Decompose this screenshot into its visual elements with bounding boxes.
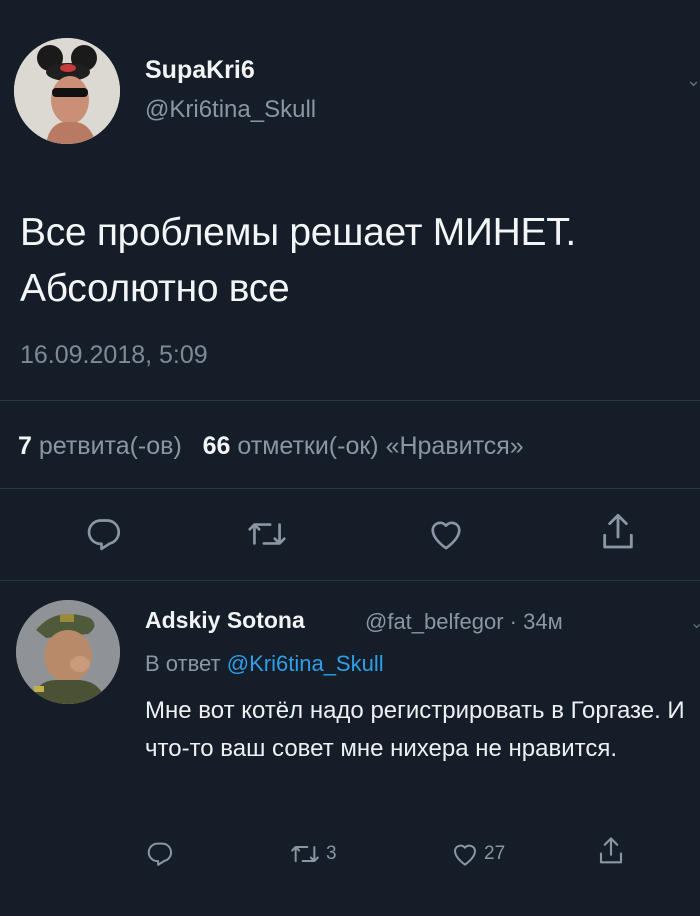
tweet-text: Все проблемы решает МИНЕТ. Абсолютно все [20,211,576,310]
meta-separator: · [509,609,524,634]
share-icon [599,837,623,864]
reply-avatar-image [16,600,120,704]
reply-reply-button[interactable] [145,838,175,868]
retweet-icon [291,846,319,862]
reply-share-button[interactable] [596,834,626,868]
tweet-stats: 7 ретвита(-ов) 66 отметки(-ок) «Нравится… [18,432,524,461]
like-count[interactable]: 66 [203,432,231,460]
reply-to-line: В ответ @Kri6tina_Skull [145,651,384,677]
divider [0,488,700,489]
reply-like-count: 27 [484,843,506,864]
reply-icon [147,842,173,866]
retweet-icon [248,523,286,545]
retweet-button[interactable] [245,515,289,553]
reply-meta: @fat_belfegor · 34м [365,609,563,635]
reply-retweet-button[interactable]: 3 [288,840,337,868]
reply-retweet-count: 3 [326,843,337,864]
tweet-timestamp[interactable]: 16.09.2018, 5:09 [20,341,208,370]
divider [0,400,700,401]
divider [0,580,700,581]
reply-time[interactable]: 34м [523,609,563,634]
author-avatar[interactable] [14,38,120,144]
author-avatar-image [14,38,120,144]
reply-author-avatar[interactable] [16,600,120,704]
like-button[interactable] [425,514,467,554]
reply-like-button[interactable]: 27 [450,839,505,869]
chevron-down-icon[interactable]: ⌄ [686,70,700,91]
author-name[interactable]: SupaKri6 [145,56,255,85]
chevron-down-icon[interactable]: ⌄ [690,613,700,633]
like-icon [454,844,476,866]
retweet-label[interactable]: ретвита(-ов) [39,432,182,460]
retweet-count[interactable]: 7 [18,432,32,460]
like-icon [431,521,461,550]
share-button[interactable] [598,510,638,554]
reply-button[interactable] [84,513,124,553]
share-icon [603,513,633,549]
reply-author-handle[interactable]: @fat_belfegor [365,609,504,634]
like-label[interactable]: отметки(-ок) «Нравится» [237,432,523,460]
reply-author-name[interactable]: Adskiy Sotona [145,607,305,634]
reply-icon [87,519,121,551]
author-handle[interactable]: @Kri6tina_Skull [145,96,316,124]
reply-text: Мне вот котёл надо регистрировать в Горг… [145,697,685,762]
reply-to-handle[interactable]: @Kri6tina_Skull [227,651,384,676]
reply-to-label: В ответ [145,651,221,676]
